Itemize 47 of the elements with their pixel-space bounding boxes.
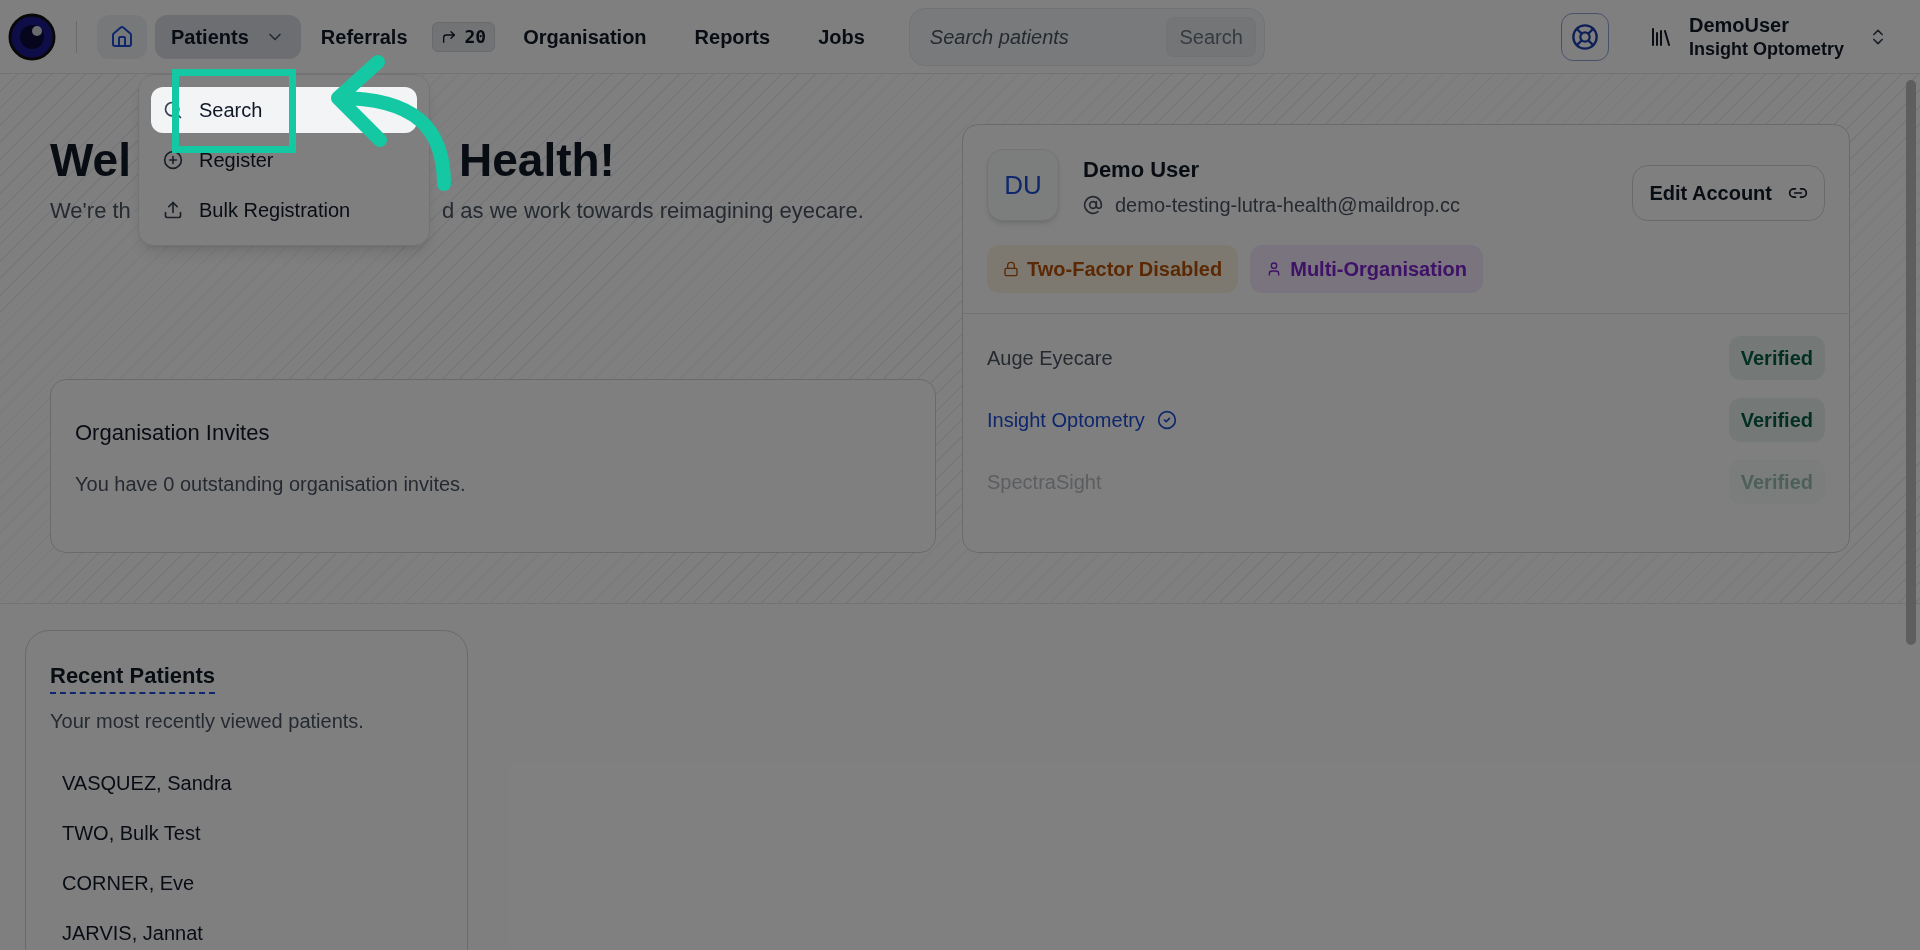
recent-patients-subtitle: Your most recently viewed patients. (50, 709, 365, 734)
organisation-name[interactable]: Insight Optometry (987, 405, 1145, 435)
search-field[interactable]: Search patients Search (908, 7, 1265, 66)
nav-link[interactable]: Organisation (503, 14, 667, 59)
menu-item[interactable]: Register (151, 137, 417, 183)
home-icon (110, 24, 134, 49)
search-button[interactable]: Search (1166, 16, 1256, 57)
nav-link[interactable]: Reports (674, 14, 791, 59)
scrollbar[interactable] (1906, 80, 1916, 645)
nav-link[interactable]: Referrals (308, 14, 420, 59)
verified-badge: Verified (1728, 336, 1825, 380)
nav-link[interactable]: Jobs (798, 14, 885, 59)
organisation-name: Auge Eyecare (987, 346, 1113, 371)
avatar: DU (987, 149, 1059, 221)
edit-account-button[interactable]: Edit Account (1632, 165, 1825, 221)
patients-menu-button[interactable]: Patients (155, 14, 301, 59)
invites-title: Organisation Invites (75, 419, 271, 447)
help-icon (1571, 22, 1599, 51)
profile-email: demo-testing-lutra-health@maildrop.cc (1115, 193, 1460, 218)
count-badge: 20 (431, 21, 496, 52)
eye-logo-icon (8, 12, 56, 61)
check-circle-icon (1156, 410, 1177, 430)
patient-link[interactable]: CORNER, Eve (62, 868, 443, 898)
arrow-icon (440, 28, 457, 45)
welcome-subtitle: d as we work towards reimagining eyecare. (442, 196, 864, 225)
status-badge: Two-Factor Disabled (987, 245, 1239, 293)
status-badge: Multi-Organisation (1250, 245, 1483, 293)
plus-icon (163, 150, 183, 170)
user-name: DemoUser (1689, 12, 1791, 38)
help-button[interactable] (1561, 12, 1609, 61)
lock-icon (1003, 261, 1019, 277)
verified-badge: Verified (1728, 398, 1825, 442)
upload-icon (163, 200, 183, 220)
home-button[interactable] (97, 14, 147, 59)
profile-name: Demo User (1083, 156, 1201, 184)
menu-item[interactable]: Bulk Registration (151, 187, 417, 233)
patient-link[interactable]: JARVIS, Jannat (62, 918, 443, 948)
user-organisation: Insight Optometry (1689, 37, 1844, 61)
welcome-heading: Health! (459, 133, 615, 188)
welcome-subtitle: We're th (50, 197, 131, 223)
at-icon (1083, 195, 1103, 215)
patient-link[interactable]: TWO, Bulk Test (62, 818, 443, 848)
patient-link[interactable]: VASQUEZ, Sandra (62, 768, 443, 798)
recent-patients-title: Recent Patients (50, 659, 216, 694)
search-icon (163, 100, 183, 120)
invites-text: You have 0 outstanding organisation invites. (75, 472, 467, 497)
welcome-heading: Wel (50, 134, 131, 186)
